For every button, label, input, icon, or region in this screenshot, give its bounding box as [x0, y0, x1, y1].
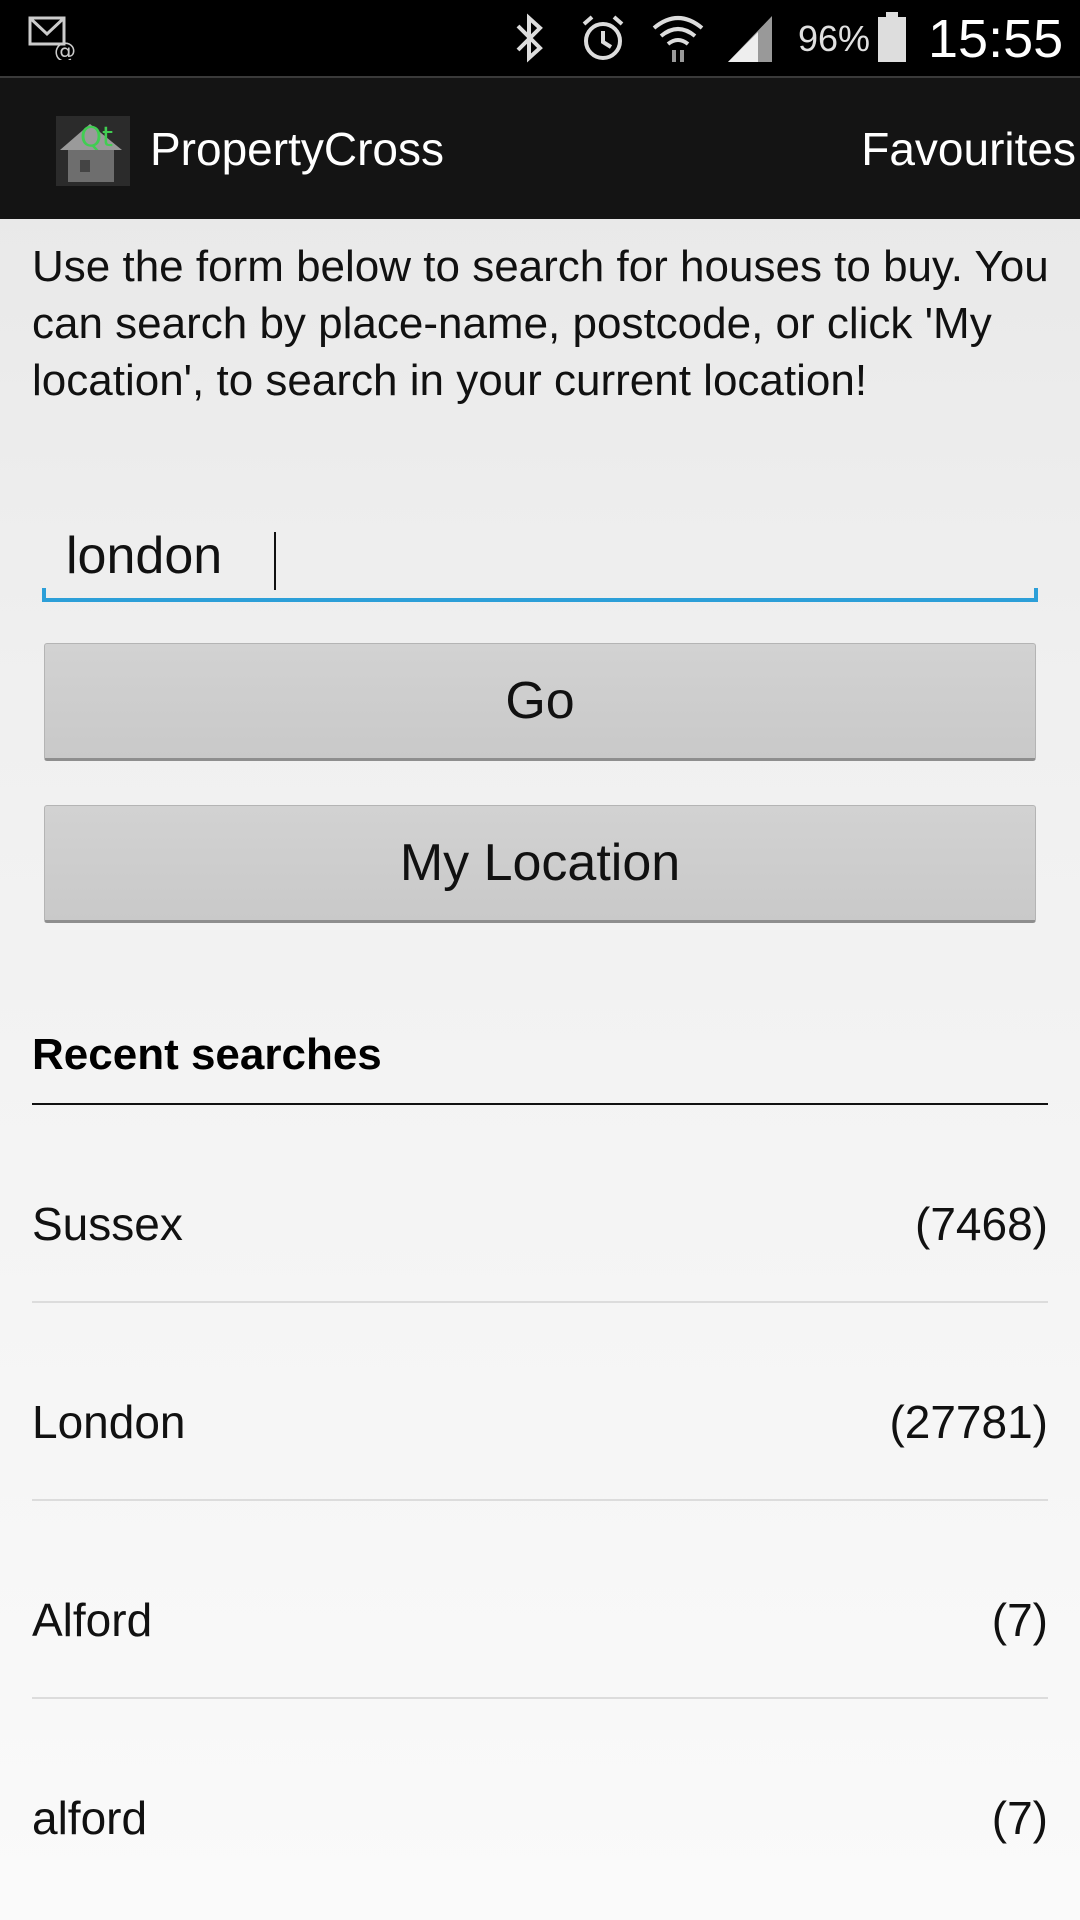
email-notification-icon: @	[28, 14, 78, 65]
app-title: PropertyCross	[150, 123, 444, 175]
status-bar: @ 96% 15:55	[0, 0, 1080, 76]
list-item[interactable]: alford (7)	[32, 1699, 1048, 1897]
recent-search-name: Alford	[32, 1594, 153, 1646]
app-logo-text: Qt	[80, 120, 113, 153]
wifi-icon	[650, 10, 706, 69]
action-bar: Qt PropertyCross Favourites	[0, 76, 1080, 219]
intro-text: Use the form below to search for houses …	[32, 242, 1049, 405]
clock: 15:55	[928, 9, 1064, 69]
screen: @ 96% 15:55 Qt PropertyCross Favourites …	[0, 0, 1080, 1920]
my-location-button[interactable]: My Location	[44, 805, 1036, 923]
recent-search-count: (27781)	[889, 1396, 1048, 1448]
recent-search-count: (7468)	[915, 1198, 1048, 1250]
recent-search-name: London	[32, 1396, 186, 1448]
list-item[interactable]: Sussex (7468)	[32, 1105, 1048, 1303]
text-cursor	[274, 532, 276, 590]
search-input[interactable]	[66, 520, 1006, 592]
recent-searches-list: Sussex (7468) London (27781) Alford (7) …	[32, 1105, 1048, 1897]
bluetooth-icon	[510, 12, 550, 69]
recent-searches-header: Recent searches	[32, 1030, 382, 1079]
recent-search-count: (7)	[991, 1792, 1048, 1844]
list-item[interactable]: London (27781)	[32, 1303, 1048, 1501]
recent-search-count: (7)	[991, 1594, 1048, 1646]
alarm-icon	[578, 12, 628, 69]
svg-text:@: @	[54, 39, 76, 60]
app-logo-icon[interactable]: Qt	[56, 116, 130, 186]
favourites-button[interactable]: Favourites	[861, 122, 1076, 176]
recent-search-name: Sussex	[32, 1198, 183, 1250]
go-button[interactable]: Go	[44, 643, 1036, 761]
battery-percent: 96%	[798, 18, 871, 59]
list-item[interactable]: Alford (7)	[32, 1501, 1048, 1699]
signal-icon	[724, 12, 776, 69]
search-field[interactable]	[42, 520, 1038, 602]
battery-icon	[876, 12, 908, 69]
recent-search-name: alford	[32, 1792, 148, 1844]
